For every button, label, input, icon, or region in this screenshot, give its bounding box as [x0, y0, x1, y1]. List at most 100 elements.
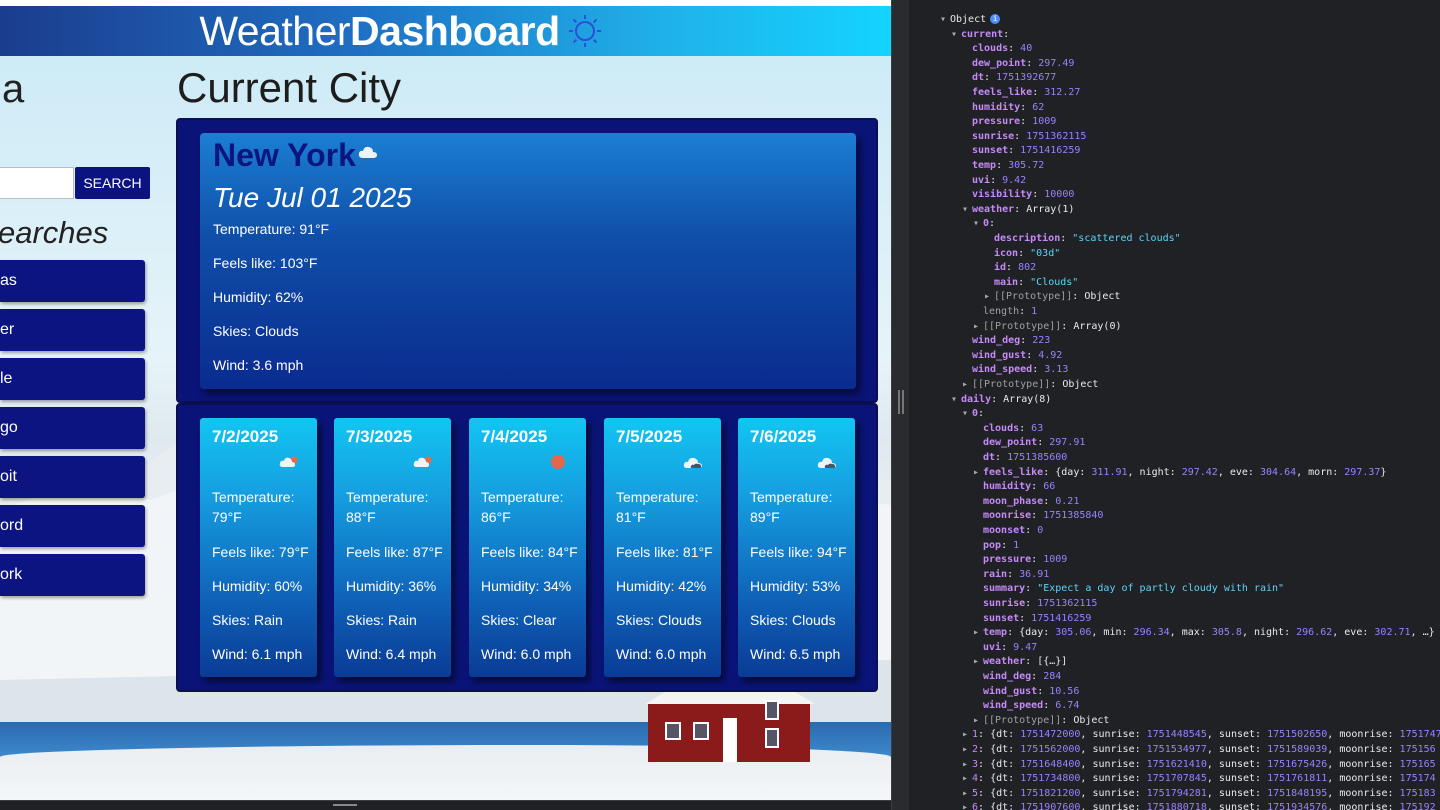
- drawer-handle-icon[interactable]: [333, 804, 357, 806]
- console-number: 223: [1032, 335, 1051, 347]
- expand-arrow-icon[interactable]: ▸: [962, 728, 972, 743]
- console-tree-row[interactable]: pressure: 1009: [962, 115, 1056, 130]
- console-tree-row[interactable]: wind_gust: 4.92: [962, 349, 1062, 364]
- console-tree-row[interactable]: visibility: 10000: [962, 188, 1074, 203]
- search-button[interactable]: SEARCH: [75, 167, 150, 199]
- recent-city-button[interactable]: ord: [0, 505, 145, 547]
- console-tree-row[interactable]: summary: "Expect a day of partly cloudy …: [973, 582, 1284, 597]
- console-tree-row[interactable]: moonset: 0: [973, 524, 1043, 539]
- console-tree-row[interactable]: humidity: 66: [973, 480, 1055, 495]
- expand-arrow-icon[interactable]: ▸: [973, 320, 983, 335]
- console-tree-row[interactable]: feels_like: 312.27: [962, 86, 1080, 101]
- expand-arrow-icon[interactable]: ▸: [973, 626, 983, 641]
- collapse-arrow-icon[interactable]: ▾: [951, 28, 961, 43]
- console-tree-row[interactable]: clouds: 40: [962, 42, 1032, 57]
- console-tree-row[interactable]: wind_deg: 223: [962, 334, 1050, 349]
- recent-city-button[interactable]: le: [0, 358, 145, 400]
- collapse-arrow-icon[interactable]: ▾: [962, 203, 972, 218]
- console-tree-row[interactable]: id: 802: [984, 261, 1036, 276]
- devtools-console[interactable]: ▾ Object i ▾ current: clouds: 40 dew_point: 29…: [909, 0, 1440, 810]
- expand-arrow-icon[interactable]: ▸: [962, 378, 972, 393]
- console-tree-row[interactable]: ▸ [[Prototype]]: Object: [973, 714, 1109, 729]
- console-tree-row[interactable]: sunrise: 1751362115: [962, 130, 1086, 145]
- console-tree-row[interactable]: dt: 1751385600: [973, 451, 1067, 466]
- console-key: clouds: [972, 43, 1009, 55]
- expand-arrow-icon[interactable]: ▸: [962, 787, 972, 802]
- console-tree-row[interactable]: ▸ temp: {day: 305.06, min: 296.34, max: 3…: [973, 626, 1435, 641]
- console-text: :: [1032, 189, 1045, 201]
- console-tree-row[interactable]: ▾ weather: Array(1): [962, 203, 1074, 218]
- console-tree-row[interactable]: humidity: 62: [962, 101, 1044, 116]
- console-tree-row[interactable]: length: 1: [973, 305, 1037, 320]
- city-search-input[interactable]: [0, 167, 74, 199]
- console-tree-row[interactable]: main: "Clouds": [984, 276, 1078, 291]
- console-tree-row[interactable]: ▾ 0:: [962, 407, 984, 422]
- console-tree-row[interactable]: description: "scattered clouds": [984, 232, 1181, 247]
- console-tree-row[interactable]: moonrise: 1751385840: [973, 509, 1103, 524]
- console-tree-row[interactable]: ▸ 6: {dt: 1751907600, sunrise: 1751880718…: [962, 801, 1436, 810]
- collapse-arrow-icon[interactable]: ▾: [962, 407, 972, 422]
- console-tree-row[interactable]: ▸ [[Prototype]]: Object: [984, 290, 1120, 305]
- console-tree-row[interactable]: sunset: 1751416259: [973, 612, 1091, 627]
- recent-city-button[interactable]: oit: [0, 456, 145, 498]
- console-tree-row[interactable]: icon: "03d": [984, 247, 1060, 262]
- collapse-arrow-icon[interactable]: ▾: [973, 217, 983, 232]
- console-tree-row[interactable]: ▾ 0:: [973, 217, 995, 232]
- console-tree-row[interactable]: dew_point: 297.49: [962, 57, 1074, 72]
- console-text: , sunrise:: [1080, 744, 1147, 755]
- recent-city-label: er: [0, 321, 15, 338]
- console-tree-row[interactable]: ▾ Object i: [940, 13, 1001, 28]
- expand-arrow-icon[interactable]: ▸: [973, 714, 983, 729]
- console-number: 1751534977: [1146, 744, 1207, 755]
- console-tree-row[interactable]: sunset: 1751416259: [962, 144, 1080, 159]
- console-key: summary: [983, 583, 1026, 595]
- console-tree-row[interactable]: pop: 1: [973, 539, 1019, 554]
- console-tree-row[interactable]: ▸ feels_like: {day: 311.91, night: 297.42…: [973, 466, 1386, 481]
- info-icon[interactable]: i: [990, 14, 1001, 24]
- console-tree-row[interactable]: ▾ daily: Array(8): [951, 393, 1051, 408]
- splitter-grip-icon[interactable]: [898, 390, 904, 414]
- console-tree-row[interactable]: pressure: 1009: [973, 553, 1067, 568]
- recent-city-button[interactable]: er: [0, 309, 145, 351]
- console-text: :: [996, 160, 1009, 171]
- console-tree-row[interactable]: wind_speed: 3.13: [962, 363, 1068, 378]
- console-tree-row[interactable]: ▸ [[Prototype]]: Array(0): [973, 320, 1122, 335]
- recent-city-button[interactable]: as: [0, 260, 145, 302]
- recent-city-button[interactable]: go: [0, 407, 145, 449]
- console-tree-row[interactable]: ▸ 4: {dt: 1751734800, sunrise: 1751707845…: [962, 772, 1436, 787]
- collapse-arrow-icon[interactable]: ▾: [951, 393, 961, 408]
- console-tree-row[interactable]: sunrise: 1751362115: [973, 597, 1097, 612]
- console-tree-row[interactable]: dt: 1751392677: [962, 71, 1056, 86]
- console-tree-row[interactable]: ▸ 2: {dt: 1751562000, sunrise: 1751534977…: [962, 743, 1436, 758]
- console-tree-row[interactable]: temp: 305.72: [962, 159, 1044, 174]
- expand-arrow-icon[interactable]: ▸: [973, 466, 983, 481]
- console-tree-row[interactable]: uvi: 9.47: [973, 641, 1037, 656]
- console-key: current: [961, 28, 1004, 40]
- drawer-resize-bar[interactable]: [0, 800, 891, 810]
- console-tree-row[interactable]: wind_speed: 6.74: [973, 699, 1079, 714]
- console-tree-row[interactable]: ▸ weather: [{…}]: [973, 655, 1067, 670]
- expand-arrow-icon[interactable]: ▸: [984, 290, 994, 305]
- console-tree-row[interactable]: clouds: 63: [973, 422, 1043, 437]
- expand-arrow-icon[interactable]: ▸: [962, 772, 972, 787]
- recent-city-button[interactable]: ork: [0, 554, 145, 596]
- console-tree-row[interactable]: rain: 36.91: [973, 568, 1049, 583]
- console-number: 1751675426: [1267, 758, 1328, 770]
- console-tree-row[interactable]: ▸ 3: {dt: 1751648400, sunrise: 1751621410…: [962, 758, 1436, 773]
- devtools-splitter[interactable]: [891, 0, 909, 810]
- expand-arrow-icon[interactable]: ▸: [962, 743, 972, 758]
- console-tree-row[interactable]: ▸ 1: {dt: 1751472000, sunrise: 1751448545…: [962, 728, 1440, 743]
- console-tree-row[interactable]: dew_point: 297.91: [973, 436, 1085, 451]
- collapse-arrow-icon[interactable]: ▾: [940, 13, 950, 28]
- console-tree-row[interactable]: wind_deg: 284: [973, 670, 1061, 685]
- console-tree-row[interactable]: moon_phase: 0.21: [973, 495, 1079, 510]
- console-tree-row[interactable]: ▸ 5: {dt: 1751821200, sunrise: 1751794281…: [962, 787, 1436, 802]
- expand-arrow-icon[interactable]: ▸: [962, 801, 972, 810]
- console-string: "03d": [1030, 247, 1061, 259]
- console-tree-row[interactable]: uvi: 9.42: [962, 174, 1026, 189]
- console-tree-row[interactable]: wind_gust: 10.56: [973, 685, 1079, 700]
- console-tree-row[interactable]: ▾ current:: [951, 28, 1009, 43]
- expand-arrow-icon[interactable]: ▸: [973, 655, 983, 670]
- expand-arrow-icon[interactable]: ▸: [962, 758, 972, 773]
- console-tree-row[interactable]: ▸ [[Prototype]]: Object: [962, 378, 1098, 393]
